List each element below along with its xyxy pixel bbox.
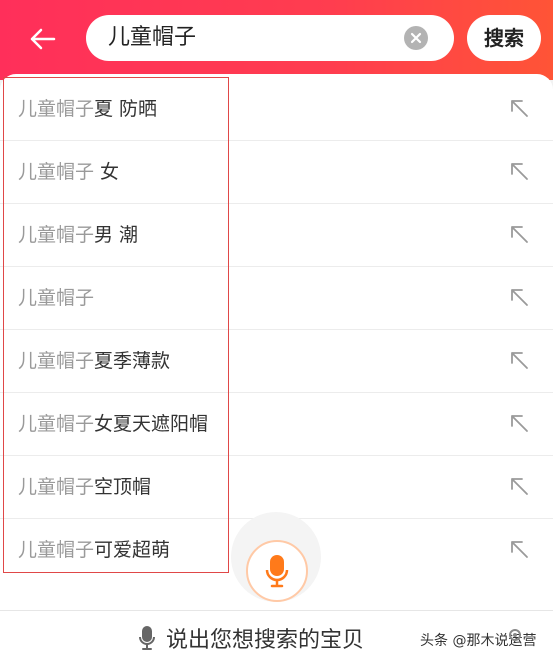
suggestion-text: 儿童帽子 — [18, 267, 94, 329]
suggestion-keyword: 儿童帽子 — [18, 287, 95, 309]
suggestion-keyword: 儿童帽子 — [18, 224, 95, 246]
suggestion-item[interactable]: 儿童帽子空顶帽 — [0, 456, 553, 519]
microphone-icon — [265, 555, 289, 588]
suggestion-item[interactable]: 儿童帽子夏 防晒 — [0, 78, 553, 141]
suggestion-text: 儿童帽子可爱超萌 — [18, 519, 170, 581]
suggestion-suffix: 夏季薄款 — [94, 350, 171, 372]
suggestion-keyword: 儿童帽子 — [18, 476, 95, 498]
suggestion-suffix: 男 潮 — [94, 224, 139, 246]
gear-icon — [509, 629, 521, 641]
clear-circle-icon — [410, 32, 422, 44]
arrow-left-icon — [30, 28, 56, 50]
suggestion-item[interactable]: 儿童帽子夏季薄款 — [0, 330, 553, 393]
clear-search-button[interactable] — [404, 26, 428, 50]
arrow-up-left-icon[interactable] — [509, 476, 529, 496]
voice-mic-button[interactable] — [246, 540, 308, 602]
suggestion-item[interactable]: 儿童帽子 — [0, 267, 553, 330]
search-header: 搜索 — [0, 0, 553, 80]
suggestion-text: 儿童帽子夏 防晒 — [18, 78, 157, 140]
suggestion-suffix: 可爱超萌 — [94, 539, 171, 561]
suggestion-text: 儿童帽子夏季薄款 — [18, 330, 170, 392]
suggestion-text: 儿童帽子 女 — [18, 141, 119, 203]
microphone-icon — [139, 625, 155, 650]
arrow-up-left-icon[interactable] — [509, 287, 529, 307]
suggestion-item[interactable]: 儿童帽子男 潮 — [0, 204, 553, 267]
arrow-up-left-icon[interactable] — [509, 224, 529, 244]
suggestion-keyword: 儿童帽子 — [18, 350, 95, 372]
arrow-up-left-icon[interactable] — [509, 161, 529, 181]
arrow-up-left-icon[interactable] — [509, 539, 529, 559]
suggestion-text: 儿童帽子男 潮 — [18, 204, 138, 266]
back-button[interactable] — [22, 22, 62, 56]
arrow-up-left-icon[interactable] — [509, 98, 529, 118]
search-button[interactable]: 搜索 — [467, 15, 541, 61]
suggestion-suffix: 女 — [94, 161, 120, 183]
suggestion-item[interactable]: 儿童帽子 女 — [0, 141, 553, 204]
arrow-up-left-icon[interactable] — [509, 413, 529, 433]
suggestion-suffix: 夏 防晒 — [94, 98, 158, 120]
suggestion-keyword: 儿童帽子 — [18, 413, 95, 435]
search-input[interactable] — [108, 15, 398, 61]
suggestion-list: 儿童帽子夏 防晒 儿童帽子 女 儿童帽子男 潮 儿童帽子 儿童帽子夏季薄款 儿童… — [0, 78, 553, 582]
arrow-up-left-icon[interactable] — [509, 350, 529, 370]
suggestion-keyword: 儿童帽子 — [18, 161, 95, 183]
suggestion-keyword: 儿童帽子 — [18, 98, 95, 120]
voice-hint[interactable]: 说出您想搜索的宝贝 — [138, 611, 364, 664]
suggestion-text: 儿童帽子女夏天遮阳帽 — [18, 393, 208, 455]
suggestion-text: 儿童帽子空顶帽 — [18, 456, 151, 518]
suggestion-item[interactable]: 儿童帽子女夏天遮阳帽 — [0, 393, 553, 456]
suggestion-keyword: 儿童帽子 — [18, 539, 95, 561]
search-box[interactable] — [86, 15, 454, 61]
suggestion-suffix: 女夏天遮阳帽 — [94, 413, 209, 435]
suggestion-suffix: 空顶帽 — [94, 476, 152, 498]
voice-hint-text: 说出您想搜索的宝贝 — [166, 627, 365, 653]
